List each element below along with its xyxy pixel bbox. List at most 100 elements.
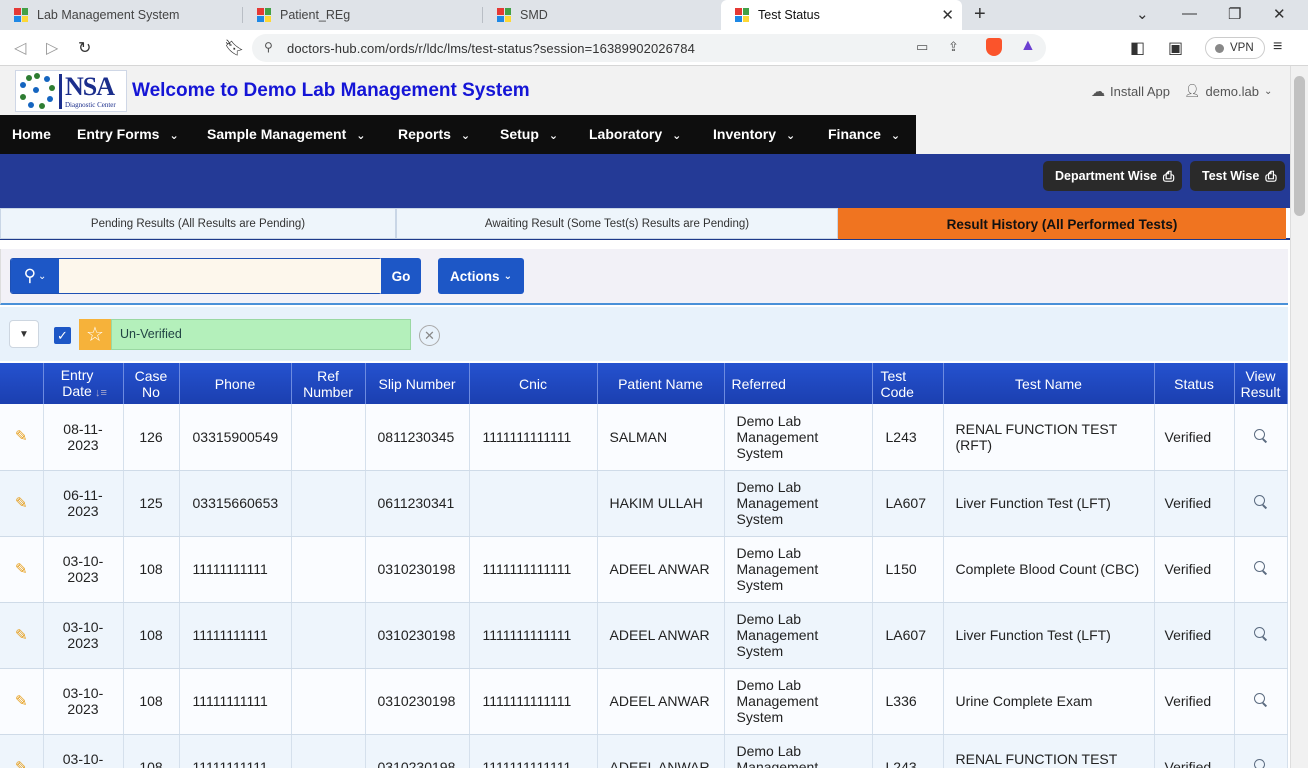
cell-test-code: LA607 <box>872 470 944 537</box>
menu-item-home[interactable]: Home <box>12 115 51 154</box>
nsa-logo[interactable]: NSA Diagnostic Center <box>15 70 127 112</box>
cell-case-no: 108 <box>123 734 180 768</box>
menu-item-entry-forms[interactable]: Entry Forms ⌄ <box>77 115 179 154</box>
magnifier-icon[interactable] <box>1254 693 1267 706</box>
cell-view-result <box>1234 536 1288 603</box>
browser-tab[interactable]: SMD <box>483 0 721 30</box>
cell-ref-number <box>291 536 366 603</box>
column-header-ref-number[interactable]: Ref Number <box>291 363 366 404</box>
browser-tab[interactable]: Patient_REg <box>243 0 483 30</box>
column-header-patient-name[interactable]: Patient Name <box>597 363 725 404</box>
test-wise-button[interactable]: Test Wise ⎙ <box>1190 161 1285 191</box>
forward-icon[interactable]: ▷ <box>46 38 58 58</box>
browser-menu-icon[interactable]: ≡ <box>1273 38 1282 56</box>
share-icon[interactable]: ⇪ <box>948 39 959 55</box>
filter-enable-checkbox[interactable]: ✓ <box>54 327 71 344</box>
column-header-status[interactable]: Status <box>1154 363 1235 404</box>
brave-rewards-icon[interactable]: ▲ <box>1020 37 1036 55</box>
site-settings-icon[interactable]: ⚲ <box>264 40 273 54</box>
cell-entry-date: 03-10-2023 <box>43 668 124 735</box>
report-toolbar: ⚲ ⌄ Go Actions ⌄ <box>0 249 1288 305</box>
menu-item-reports[interactable]: Reports ⌄ <box>398 115 470 154</box>
pencil-icon[interactable]: ✎ <box>15 759 28 768</box>
cell-status: Verified <box>1154 536 1235 603</box>
tab-search-chevron-icon[interactable]: ⌄ <box>1136 5 1149 23</box>
menu-item-sample-management[interactable]: Sample Management ⌄ <box>207 115 365 154</box>
restore-icon[interactable]: ❐ <box>1228 5 1241 23</box>
bookmark-icon[interactable]: 🔖︎ <box>224 38 244 58</box>
magnifier-icon[interactable] <box>1254 428 1267 442</box>
vpn-button[interactable]: VPN <box>1205 37 1265 59</box>
cell-test-name: Complete Blood Count (CBC) <box>943 536 1155 603</box>
scroll-thumb[interactable] <box>1294 76 1305 216</box>
window-close-icon[interactable]: ✕ <box>1273 5 1286 23</box>
page-scrollbar[interactable] <box>1290 66 1308 768</box>
tab-pending-results[interactable]: Pending Results (All Results are Pending… <box>0 208 396 239</box>
sidebar-icon[interactable]: ◧ <box>1130 38 1145 58</box>
column-header-cnic[interactable]: Cnic <box>469 363 598 404</box>
magnifier-icon[interactable] <box>1254 561 1267 574</box>
cell-referred: Demo Lab Management System <box>724 668 873 735</box>
results-table: Entry Date ↓≡ Case No Phone Ref Number Sl… <box>0 363 1288 768</box>
url-field[interactable]: ⚲ doctors-hub.com/ords/r/ldc/lms/test-st… <box>252 34 1046 62</box>
app-favicon-icon <box>257 8 271 22</box>
page-banner: Department Wise ⎙ Test Wise ⎙ <box>0 154 1290 208</box>
column-header-test-name[interactable]: Test Name <box>943 363 1155 404</box>
minimize-icon[interactable]: — <box>1182 5 1197 22</box>
cast-icon[interactable]: ▭ <box>916 39 928 55</box>
new-tab-icon[interactable]: + <box>974 3 986 26</box>
cell-slip-number: 0811230345 <box>365 404 470 471</box>
cell-view-result <box>1234 404 1288 471</box>
browser-tab-active[interactable]: Test Status ✕ <box>721 0 962 30</box>
magnifier-icon[interactable] <box>1254 759 1267 768</box>
pencil-icon[interactable]: ✎ <box>15 428 28 445</box>
menu-item-setup[interactable]: Setup ⌄ <box>500 115 558 154</box>
tab-result-history[interactable]: Result History (All Performed Tests) <box>838 208 1286 239</box>
menu-item-finance[interactable]: Finance ⌄ <box>828 115 900 154</box>
cell-slip-number: 0310230198 <box>365 536 470 603</box>
column-header-case-no[interactable]: Case No <box>123 363 180 404</box>
filter-chip[interactable]: Un-Verified <box>111 319 411 350</box>
app-favicon-icon <box>497 8 511 22</box>
menu-item-laboratory[interactable]: Laboratory ⌄ <box>589 115 681 154</box>
magnifier-icon[interactable] <box>1254 495 1267 508</box>
column-header-view-result[interactable]: View Result <box>1234 363 1288 404</box>
cell-referred: Demo Lab Management System <box>724 734 873 768</box>
pencil-icon[interactable]: ✎ <box>15 693 28 710</box>
install-app-label: Install App <box>1110 84 1170 99</box>
back-icon[interactable]: ◁ <box>14 38 26 58</box>
cell-referred: Demo Lab Management System <box>724 536 873 603</box>
pencil-icon[interactable]: ✎ <box>15 627 28 644</box>
close-tab-icon[interactable]: ✕ <box>941 6 954 24</box>
column-header-entry-date[interactable]: Entry Date ↓≡ <box>43 363 124 404</box>
brave-shield-icon[interactable] <box>986 38 1002 56</box>
chevron-down-icon: ⌄ <box>460 130 471 142</box>
actions-label: Actions <box>450 268 500 284</box>
tab-awaiting-result[interactable]: Awaiting Result (Some Test(s) Results ar… <box>396 208 838 239</box>
pencil-icon[interactable]: ✎ <box>15 495 28 512</box>
browser-tab[interactable]: Lab Management System <box>0 0 243 30</box>
column-header-referred[interactable]: Referred <box>724 363 873 404</box>
cell-test-code: L243 <box>872 404 944 471</box>
pencil-icon[interactable]: ✎ <box>15 561 28 578</box>
column-header-test-code[interactable]: Test Code <box>872 363 944 404</box>
actions-button[interactable]: Actions ⌄ <box>438 258 524 294</box>
cell-view-result <box>1234 668 1288 735</box>
wallet-icon[interactable]: ▣ <box>1168 38 1183 58</box>
search-column-dropdown[interactable]: ⚲ ⌄ <box>11 259 59 293</box>
collapse-filters-button[interactable]: ▼ <box>9 320 39 348</box>
menu-item-inventory[interactable]: Inventory ⌄ <box>713 115 795 154</box>
go-button[interactable]: Go <box>381 258 421 294</box>
install-app-button[interactable]: ☁ Install App <box>1091 83 1170 100</box>
remove-filter-icon[interactable]: ✕ <box>419 325 440 346</box>
column-header-phone[interactable]: Phone <box>179 363 292 404</box>
search-input[interactable] <box>59 259 381 293</box>
magnifier-icon[interactable] <box>1254 627 1267 640</box>
cell-patient-name: HAKIM ULLAH <box>597 470 725 537</box>
column-header-slip-number[interactable]: Slip Number <box>365 363 470 404</box>
saved-filter-star[interactable]: ☆ <box>79 319 111 350</box>
reload-icon[interactable]: ↻ <box>78 38 91 58</box>
logo-tagline: Diagnostic Center <box>65 100 116 109</box>
user-menu[interactable]: 👤︎ demo.lab ⌄ <box>1184 83 1272 99</box>
department-wise-button[interactable]: Department Wise ⎙ <box>1043 161 1183 191</box>
